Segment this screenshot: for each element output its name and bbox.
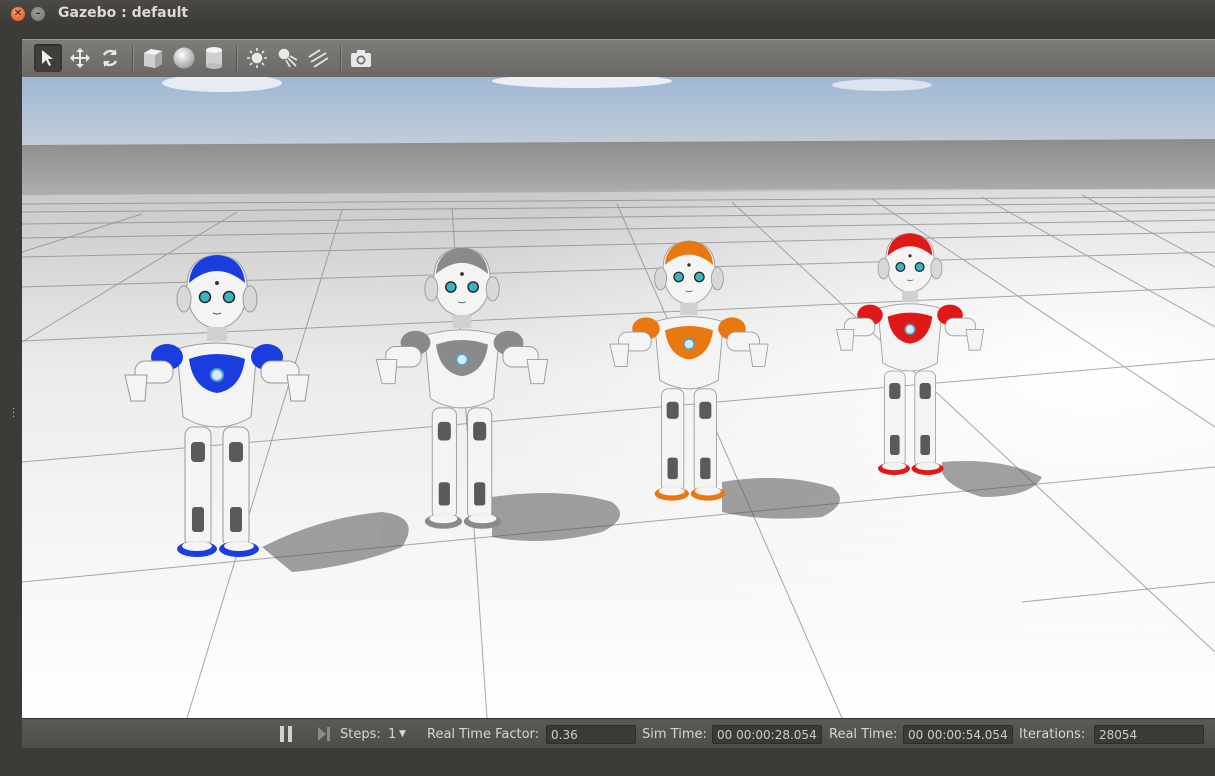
sim-time-label: Sim Time: — [642, 727, 707, 742]
steps-value[interactable]: 1 — [388, 727, 396, 742]
real-time-factor-field: 0.36 — [546, 725, 636, 744]
sphere-shape-icon[interactable] — [170, 44, 198, 72]
rotate-icon[interactable] — [96, 44, 124, 72]
box-shape-icon[interactable] — [139, 44, 167, 72]
chevron-down-icon[interactable]: ▼ — [399, 729, 406, 739]
sim-time-field: 00 00:00:28.054 — [712, 725, 822, 744]
status-bar: Steps: 1 ▼ Real Time Factor: 0.36 Sim Ti… — [22, 718, 1215, 749]
3d-viewport[interactable] — [22, 77, 1215, 718]
real-time-field: 00 00:00:54.054 — [903, 725, 1013, 744]
spot-light-icon[interactable] — [274, 44, 302, 72]
close-icon[interactable]: ✕ — [11, 7, 25, 21]
iterations-field: 28054 — [1094, 725, 1204, 744]
screenshot-camera-icon[interactable] — [347, 44, 375, 72]
window-bottom-edge — [0, 748, 1215, 776]
pause-icon[interactable] — [280, 726, 284, 742]
steps-label: Steps: — [340, 727, 381, 742]
title-bar: ✕ – Gazebo : default — [0, 0, 1215, 28]
pause-icon-bar — [288, 726, 292, 742]
cylinder-shape-icon[interactable] — [200, 44, 228, 72]
minimize-icon[interactable]: – — [31, 7, 45, 21]
step-forward-icon[interactable] — [316, 726, 332, 746]
translate-icon[interactable] — [66, 44, 94, 72]
select-arrow-icon[interactable] — [34, 44, 62, 72]
window-title: Gazebo : default — [58, 5, 189, 21]
point-light-icon[interactable] — [243, 44, 271, 72]
real-time-factor-label: Real Time Factor: — [427, 727, 540, 742]
toolbar — [22, 39, 1215, 78]
iterations-label: Iterations: — [1019, 727, 1086, 742]
directional-light-icon[interactable] — [304, 44, 332, 72]
real-time-label: Real Time: — [829, 727, 898, 742]
splitter-handle-icon[interactable]: · · · — [12, 405, 15, 423]
